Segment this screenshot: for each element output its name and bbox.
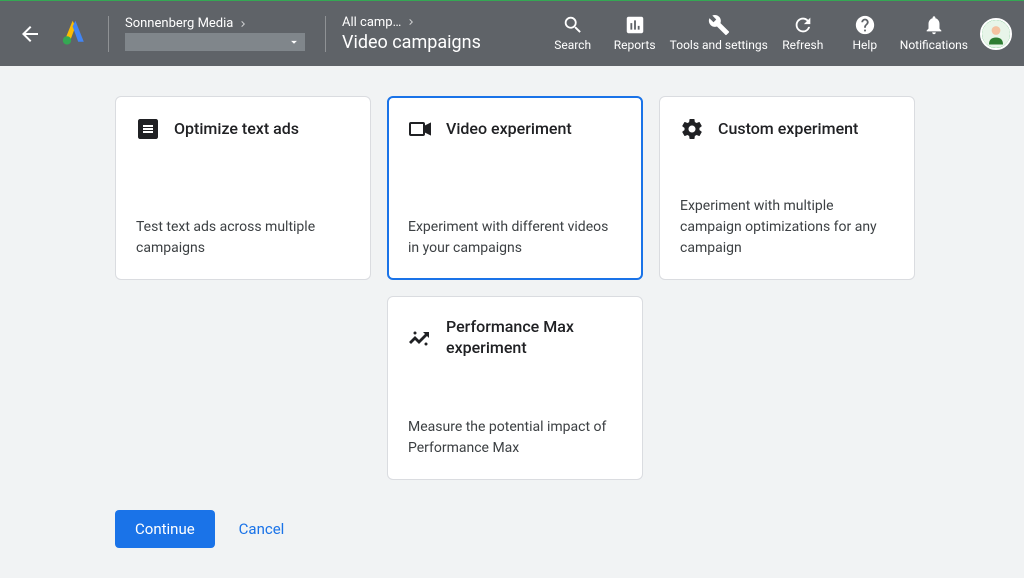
action-label: Tools and settings	[670, 38, 768, 52]
tools-action[interactable]: Tools and settings	[666, 12, 772, 54]
divider	[108, 16, 109, 52]
action-label: Search	[554, 38, 591, 52]
divider	[325, 16, 326, 52]
continue-button[interactable]: Continue	[115, 510, 215, 548]
card-description: Measure the potential impact of Performa…	[408, 417, 622, 459]
action-label: Help	[852, 38, 877, 52]
campaign-title: Video campaigns	[342, 32, 481, 53]
main-content: Optimize text ads Test text ads across m…	[0, 66, 1024, 578]
campaign-breadcrumb[interactable]: All camp… Video campaigns	[334, 15, 489, 53]
help-action[interactable]: Help	[834, 12, 896, 54]
action-buttons: Continue Cancel	[115, 510, 964, 548]
gear-icon	[680, 117, 704, 141]
card-description: Experiment with multiple campaign optimi…	[680, 196, 894, 259]
account-dropdown[interactable]	[125, 33, 305, 51]
caret-down-icon	[287, 35, 301, 49]
account-breadcrumb[interactable]: Sonnenberg Media	[117, 16, 317, 51]
help-icon	[854, 14, 876, 36]
account-name: Sonnenberg Media	[125, 16, 233, 31]
card-description: Test text ads across multiple campaigns	[136, 217, 350, 259]
refresh-action[interactable]: Refresh	[772, 12, 834, 54]
chevron-right-icon	[405, 16, 417, 28]
card-custom-experiment[interactable]: Custom experiment Experiment with multip…	[659, 96, 915, 280]
card-title: Custom experiment	[718, 119, 858, 140]
ads-logo-icon	[60, 18, 88, 46]
campaigns-label: All camp…	[342, 15, 401, 30]
card-performance-max[interactable]: Performance Max experiment Measure the p…	[387, 296, 643, 480]
experiment-cards: Optimize text ads Test text ads across m…	[115, 96, 964, 280]
reports-icon	[624, 14, 646, 36]
card-description: Experiment with different videos in your…	[408, 217, 622, 259]
text-ads-icon	[136, 117, 160, 141]
card-title: Performance Max experiment	[446, 317, 622, 359]
action-label: Reports	[614, 38, 656, 52]
search-action[interactable]: Search	[542, 12, 604, 54]
action-label: Notifications	[900, 38, 968, 52]
card-title: Video experiment	[446, 119, 572, 140]
wrench-icon	[708, 14, 730, 36]
google-ads-logo	[60, 18, 88, 50]
reports-action[interactable]: Reports	[604, 12, 666, 54]
analytics-icon	[408, 326, 432, 350]
avatar-icon	[982, 18, 1010, 50]
action-label: Refresh	[782, 38, 823, 52]
card-video-experiment[interactable]: Video experiment Experiment with differe…	[387, 96, 643, 280]
user-avatar[interactable]	[980, 18, 1012, 50]
video-icon	[408, 117, 432, 141]
notifications-action[interactable]: Notifications	[896, 12, 972, 54]
card-title: Optimize text ads	[174, 119, 299, 140]
cancel-button[interactable]: Cancel	[239, 520, 285, 538]
bell-icon	[923, 14, 945, 36]
chevron-right-icon	[237, 18, 249, 30]
arrow-back-icon	[18, 22, 42, 46]
experiment-cards-row2: Performance Max experiment Measure the p…	[387, 296, 964, 480]
search-icon	[562, 14, 584, 36]
app-header: Sonnenberg Media All camp… Video campaig…	[0, 0, 1024, 66]
refresh-icon	[792, 14, 814, 36]
card-optimize-text-ads[interactable]: Optimize text ads Test text ads across m…	[115, 96, 371, 280]
back-button[interactable]	[12, 16, 48, 52]
